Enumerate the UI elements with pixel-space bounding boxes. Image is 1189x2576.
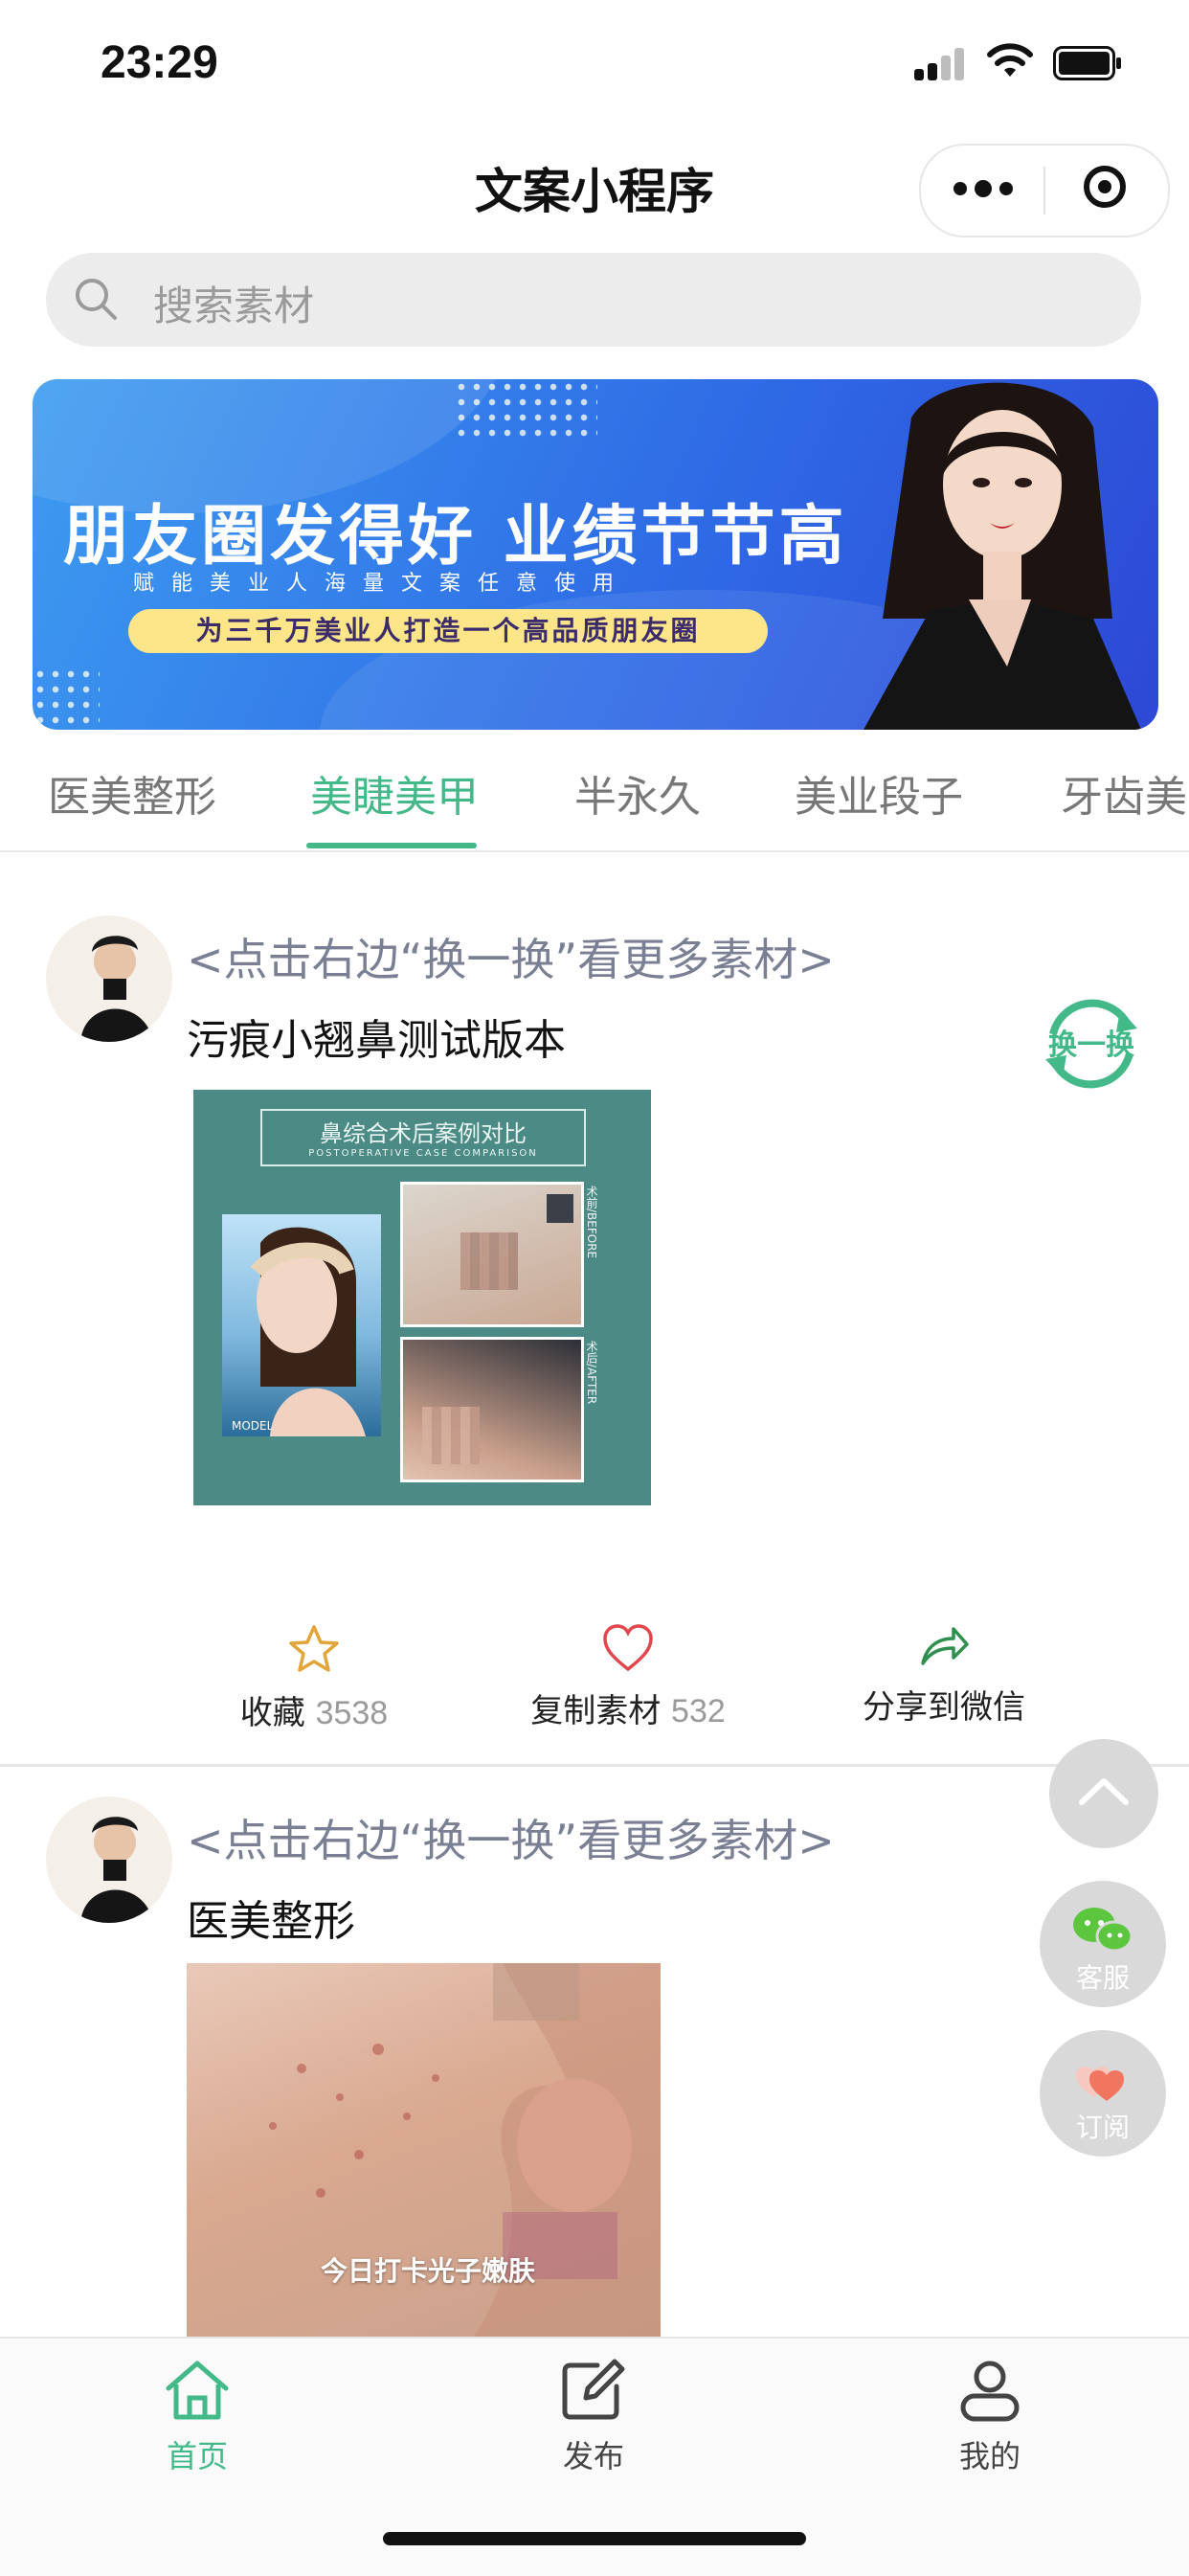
wifi-icon: [987, 43, 1033, 77]
post-image[interactable]: 鼻综合术后案例对比 POSTOPERATIVE CASE COMPARISON …: [193, 1090, 651, 1505]
copy-label: 复制素材: [530, 1692, 662, 1730]
battery-icon: [1053, 46, 1121, 80]
search-bar[interactable]: 搜索素材: [46, 253, 1141, 347]
service-label: 客服: [1075, 1962, 1130, 1994]
active-tab-indicator: [306, 843, 477, 848]
subscribe-label: 订阅: [1075, 2112, 1130, 2143]
copy-count: 532: [671, 1693, 726, 1729]
user-icon: [960, 2361, 1020, 2422]
post-title: 污痕小翘鼻测试版本: [187, 1016, 566, 1065]
model-photo: MODEL: [222, 1214, 381, 1436]
favorite-button[interactable]: 收藏 3538: [170, 1623, 458, 1733]
swap-button-label: 换一换: [1048, 1028, 1134, 1062]
search-placeholder: 搜索素材: [153, 282, 315, 329]
tab-2[interactable]: 半永久: [574, 762, 701, 824]
star-icon: [289, 1625, 339, 1672]
tabbar-publish-label: 发布: [562, 2438, 624, 2474]
post-actions: 收藏 3538 复制素材 532 分享到微信: [0, 1623, 1189, 1732]
tabbar-mine[interactable]: 我的: [904, 2358, 1076, 2476]
subscribe-button[interactable]: 订阅: [1040, 2030, 1166, 2157]
search-icon: [76, 279, 117, 320]
favorite-label: 收藏: [239, 1694, 305, 1732]
banner-model-image: [864, 382, 1141, 730]
banner-headline: 朋友圈发得好 业绩节节高: [63, 499, 848, 575]
heart-icon: [603, 1624, 653, 1672]
tab-1[interactable]: 美睫美甲: [310, 762, 479, 824]
customer-service-button[interactable]: 客服: [1040, 1881, 1166, 2007]
home-icon: [166, 2361, 229, 2420]
image-caption: 今日打卡光子嫩肤: [321, 2255, 536, 2287]
tab-0[interactable]: 医美整形: [48, 762, 216, 824]
post-avatar[interactable]: [46, 915, 172, 1042]
after-label: 术后/AFTER: [585, 1341, 598, 1405]
post-title: 医美整形: [187, 1897, 355, 1946]
favorite-count: 3538: [315, 1695, 389, 1731]
scroll-top-button[interactable]: [1049, 1739, 1158, 1848]
more-menu-icon[interactable]: [953, 178, 1015, 201]
share-wechat-button[interactable]: 分享到微信: [800, 1623, 1088, 1728]
post-image[interactable]: 今日打卡光子嫩肤: [187, 1963, 661, 2337]
tabbar-publish[interactable]: 发布: [507, 2358, 680, 2476]
tab-4[interactable]: 牙齿美: [1061, 762, 1187, 824]
tabbar-mine-label: 我的: [958, 2438, 1021, 2474]
mini-program-capsule: [919, 144, 1170, 237]
banner-pill: 为三千万美业人打造一个高品质朋友圈: [128, 609, 768, 653]
category-tabs: 医美整形 美睫美甲 半永久 美业段子 牙齿美: [0, 735, 1189, 852]
after-photo: [400, 1337, 584, 1482]
tabbar-home-label: 首页: [166, 2438, 228, 2474]
image-header-en: POSTOPERATIVE CASE COMPARISON: [308, 1148, 538, 1159]
image-header: 鼻综合术后案例对比: [320, 1120, 527, 1147]
chevron-up-icon: [1079, 1778, 1129, 1805]
banner-subline: 赋能美业人海量文案任意使用: [133, 572, 632, 596]
post-hint: <点击右边“换一换”看更多素材>: [187, 1815, 835, 1866]
model-label: MODEL: [232, 1419, 274, 1433]
close-miniprogram-icon[interactable]: [1084, 166, 1126, 208]
share-icon: [921, 1627, 969, 1665]
promo-banner[interactable]: 朋友圈发得好 业绩节节高 赋能美业人海量文案任意使用 为三千万美业人打造一个高品…: [33, 379, 1158, 730]
share-label: 分享到微信: [863, 1688, 1025, 1727]
post-divider: [0, 1764, 1189, 1767]
home-indicator: [383, 2532, 806, 2545]
status-time: 23:29: [101, 37, 218, 88]
post-hint: <点击右边“换一换”看更多素材>: [187, 934, 835, 985]
tab-3[interactable]: 美业段子: [795, 762, 963, 824]
copy-material-button[interactable]: 复制素材 532: [484, 1623, 772, 1731]
cellular-signal-icon: [914, 48, 968, 80]
before-label: 术前/BEFORE: [585, 1186, 598, 1259]
post-avatar[interactable]: [46, 1796, 172, 1923]
edit-icon: [562, 2359, 625, 2420]
tabbar-home[interactable]: 首页: [111, 2358, 283, 2476]
before-photo: [400, 1182, 584, 1327]
